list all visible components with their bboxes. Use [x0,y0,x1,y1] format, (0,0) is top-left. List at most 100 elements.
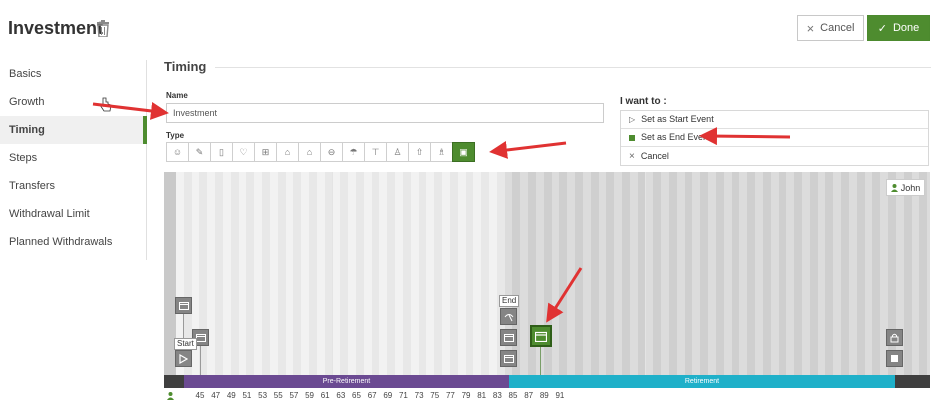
sidebar-item-steps[interactable]: Steps [0,144,146,172]
year-stripe [371,172,380,375]
year-stripe [324,172,333,375]
year-stripe [848,172,857,375]
year-stripe [614,172,622,375]
age-tick: 91 [555,391,565,400]
year-stripe [606,172,615,375]
year-stripe [770,172,779,375]
trash-icon[interactable] [96,20,110,37]
baby-icon[interactable]: ☺ [166,142,189,162]
start-flag: Start [174,338,197,350]
start-play-icon[interactable] [175,350,192,367]
stop-event-icon[interactable] [886,350,903,367]
year-stripe [348,172,356,375]
done-button-label: Done [892,22,920,34]
umbrella-event-icon[interactable] [500,308,517,325]
option-label: Cancel [640,150,669,161]
calendar-event-icon[interactable] [500,329,517,346]
page: Investment × Cancel ✓ Done Basics Growth… [0,0,940,405]
year-stripe [262,172,270,375]
option-label: Set as Start Event [641,114,714,124]
age-tick: 73 [414,391,424,400]
wrench-icon[interactable]: ✎ [188,142,211,162]
age-tick: 53 [258,391,268,400]
book-icon[interactable]: ▯ [210,142,233,162]
year-stripe [434,172,443,375]
done-button[interactable]: ✓ Done [867,15,930,41]
sidebar-item-transfers[interactable]: Transfers [0,172,146,200]
year-stripe [778,172,787,375]
calendar-event-icon[interactable] [175,297,192,314]
year-stripe [755,172,763,375]
year-stripe [645,172,654,375]
age-tick: 65 [352,391,361,400]
year-stripe [911,172,920,375]
umbrella-icon[interactable]: ☂ [342,142,365,162]
paint-roller-icon[interactable]: ⊤ [364,142,387,162]
sidebar-item-planned-withdrawals[interactable]: Planned Withdrawals [0,228,146,256]
year-stripe [786,172,795,375]
couple-icon[interactable]: ♗ [430,142,453,162]
house-icon[interactable]: ⌂ [298,142,321,162]
sidebar-item-timing[interactable]: Timing [0,116,147,144]
year-stripe [395,172,403,375]
name-input[interactable] [166,103,604,123]
person-tag[interactable]: John [886,179,925,196]
sidebar: Basics Growth Timing Steps Transfers Wit… [0,60,147,260]
play-outline-icon: ▷ [629,115,636,124]
year-stripe [309,172,317,375]
wedding-icon[interactable]: ♡ [232,142,255,162]
year-stripe [293,172,302,375]
age-tick: 75 [430,391,440,400]
set-start-event-option[interactable]: ▷ Set as Start Event [621,111,928,129]
age-tick: 51 [242,391,252,400]
person-name: John [900,182,921,193]
year-stripe [723,172,732,375]
calendar-icon[interactable]: ▣ [452,142,475,162]
age-tick: 87 [524,391,534,400]
year-stripe [731,172,740,375]
year-stripe [551,172,560,375]
cancel-button[interactable]: × Cancel [797,15,864,41]
close-icon: × [629,150,635,162]
calendar-event-icon[interactable] [500,350,517,367]
arrow-to-type [489,141,567,159]
arrow-up-icon[interactable]: ⇧ [408,142,431,162]
age-tick: 59 [305,391,314,400]
sidebar-item-basics[interactable]: Basics [0,60,146,88]
phase-end-cap [895,375,930,388]
year-stripe [841,172,849,375]
year-stripe [825,172,834,375]
year-stripe [277,172,286,375]
gift-icon[interactable]: ⊞ [254,142,277,162]
year-stripe [668,172,677,375]
year-stripe [700,172,709,375]
person-icon [167,392,174,400]
year-stripe [872,172,881,375]
year-stripe [410,172,419,375]
sidebar-item-growth[interactable]: Growth [0,88,146,116]
selected-calendar-event-icon[interactable] [530,325,552,347]
year-stripe [238,172,247,375]
year-stripe [520,172,529,375]
people-icon[interactable]: ♙ [386,142,409,162]
set-end-event-option[interactable]: Set as End Event [621,129,928,147]
age-tick: 67 [367,391,377,400]
year-stripe [567,172,576,375]
check-icon: ✓ [877,22,887,35]
year-stripe [856,172,865,375]
year-stripe [833,172,842,375]
age-tick: 71 [398,391,408,400]
lock-event-icon[interactable] [886,329,903,346]
graduation-icon[interactable]: ⌂ [276,142,299,162]
car-icon[interactable]: ⊖ [320,142,343,162]
year-stripe [387,172,396,375]
sidebar-item-withdrawal-limit[interactable]: Withdrawal Limit [0,200,146,228]
cancel-option[interactable]: × Cancel [621,147,928,165]
year-stripe [340,172,349,375]
year-stripe [230,172,239,375]
year-stripe [794,172,802,375]
age-tick: 45 [195,391,205,400]
year-stripe [817,172,826,375]
year-stripe [426,172,435,375]
year-stripe [762,172,771,375]
